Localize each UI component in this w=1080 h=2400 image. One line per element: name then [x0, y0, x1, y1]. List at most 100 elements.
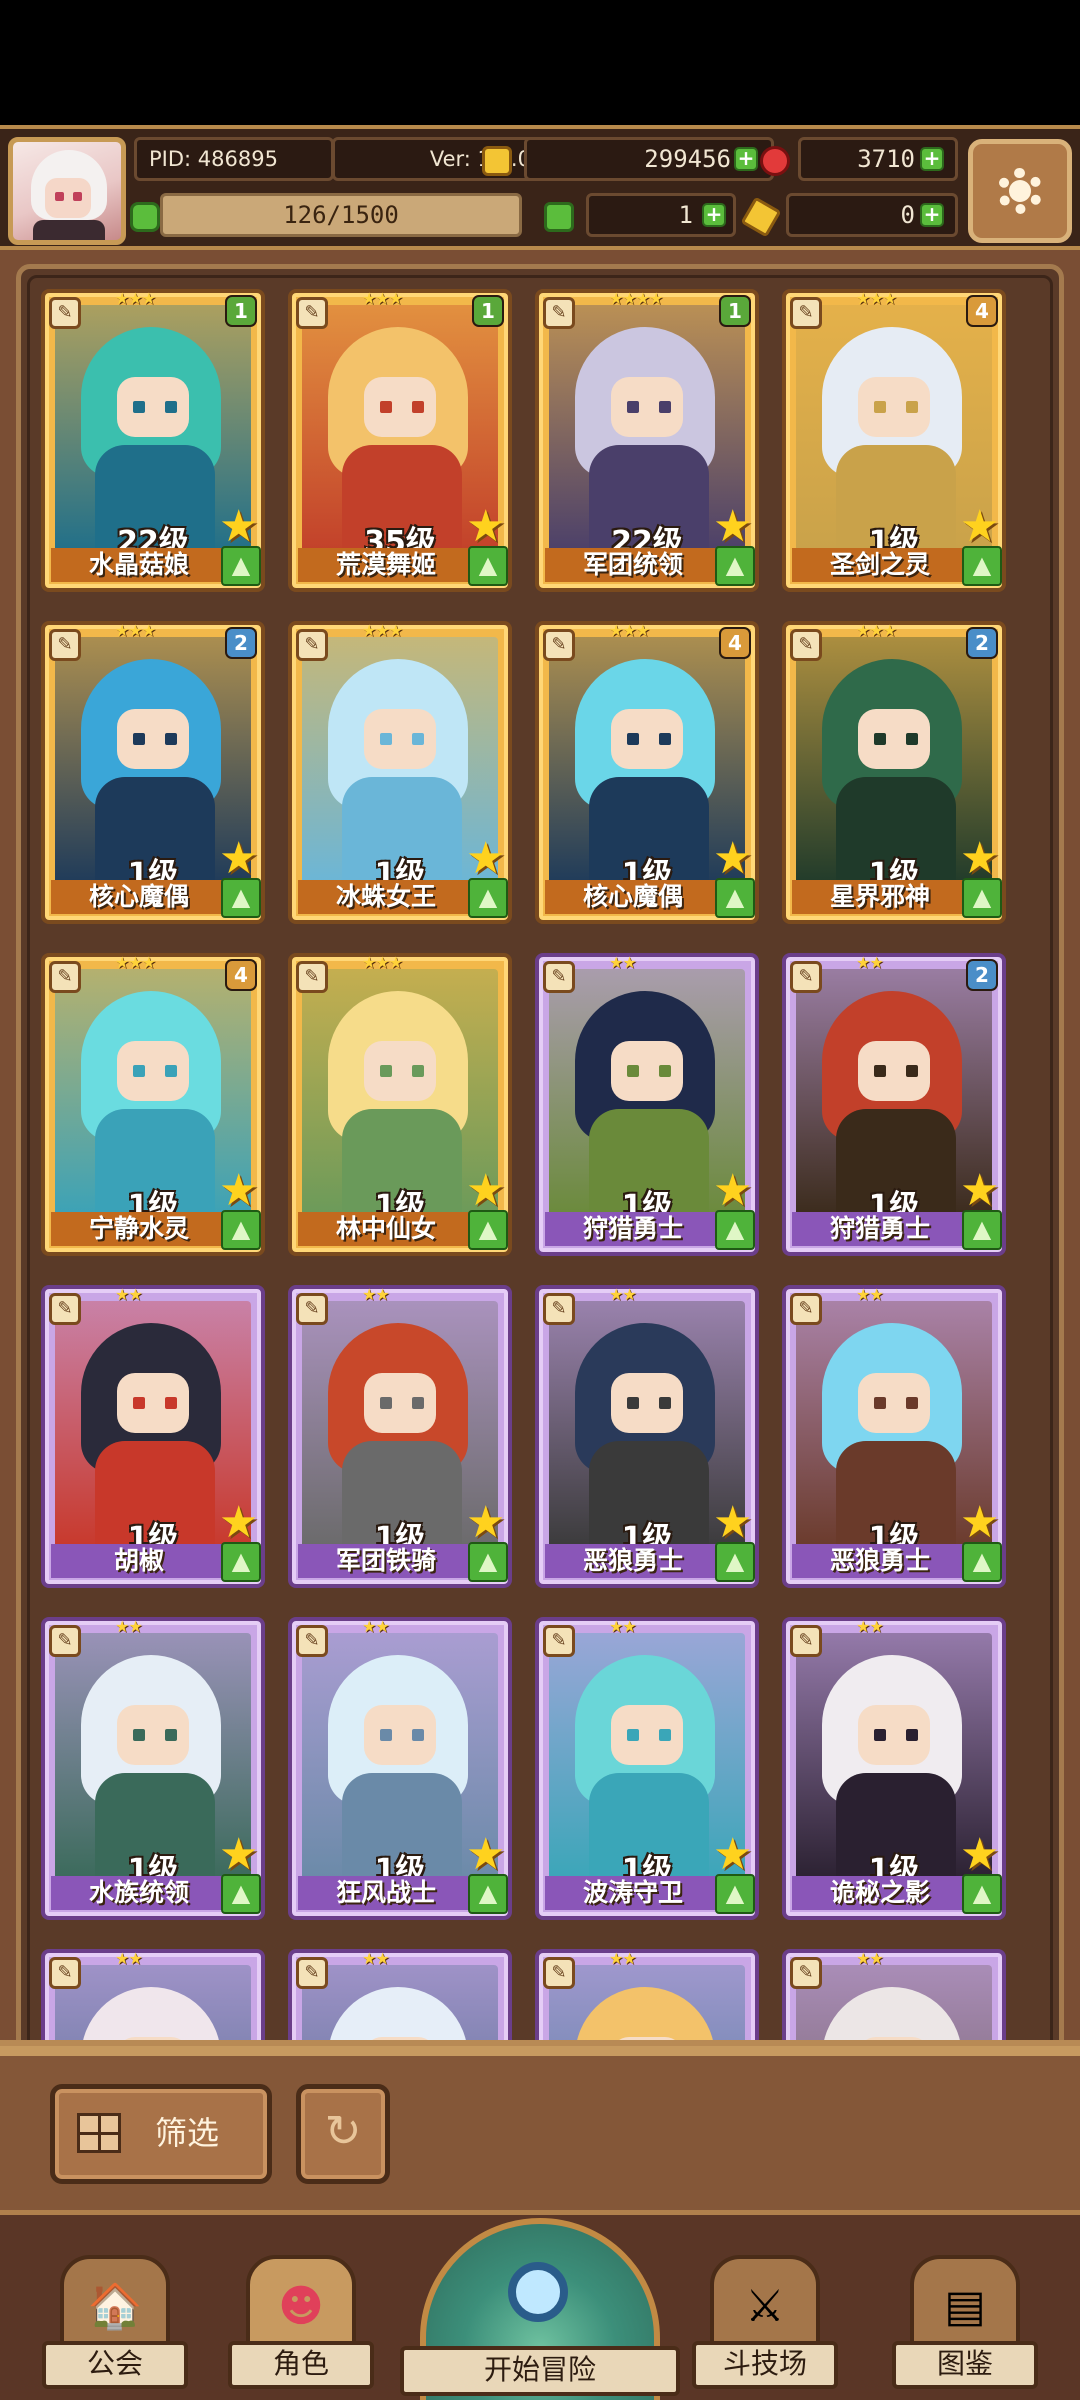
upgrade-arrow-icon: ▲ — [715, 1210, 755, 1250]
rarity-stars: ★★ — [609, 1617, 637, 1636]
character-name: 荒漠舞姬 — [298, 548, 474, 582]
character-card[interactable]: 1级 ✎ ★★ ★ 诡秘之影 ▲ — [782, 1617, 1006, 1920]
character-card[interactable]: 1级 ✎ ★★★ 2 ★ 星界邪神 ▲ — [782, 621, 1006, 924]
rarity-stars: ★★ — [362, 1949, 390, 1968]
star-icon: ★ — [466, 833, 506, 884]
class-icon: ✎ — [49, 1293, 81, 1325]
add-gem-button[interactable]: + — [920, 147, 944, 171]
rarity-stars: ★★ — [609, 1285, 637, 1304]
character-card[interactable]: 1级 ✎ ★★ ★ 波涛守卫 ▲ — [535, 1617, 759, 1920]
rank-badge: 2 — [966, 959, 998, 991]
key-amount: 0 — [900, 201, 915, 229]
rarity-stars: ★★ — [115, 1617, 143, 1636]
character-card[interactable]: 22级 ✎ ★★★★ 1 ★ 军团统领 ▲ — [535, 289, 759, 592]
class-icon: ✎ — [543, 961, 575, 993]
stamina-bar: 126/1500 — [160, 193, 522, 237]
character-card[interactable]: 22级 ✎ ★★★ 1 ★ 水晶菇娘 ▲ — [41, 289, 265, 592]
character-card[interactable]: 1级 ✎ ★★★ ★ 林中仙女 ▲ — [288, 953, 512, 1256]
character-grid[interactable]: 22级 ✎ ★★★ 1 ★ 水晶菇娘 ▲ 35级 ✎ ★★★ 1 ★ 荒漠舞姬 … — [16, 264, 1064, 2064]
rarity-stars: ★★ — [856, 953, 884, 972]
character-name: 狩猎勇士 — [792, 1212, 968, 1246]
grid-icon — [77, 2113, 121, 2153]
class-icon: ✎ — [543, 1957, 575, 1989]
class-icon: ✎ — [790, 1625, 822, 1657]
ruby-icon — [760, 146, 790, 176]
character-card[interactable]: 1级 ✎ ★★ ★ 胡椒 ▲ — [41, 1285, 265, 1588]
rank-badge: 1 — [719, 295, 751, 327]
rarity-stars: ★★★★ — [609, 289, 663, 308]
rarity-stars: ★★ — [362, 1285, 390, 1304]
character-card[interactable]: 1级 ✎ ★★★ 4 ★ 核心魔偶 ▲ — [535, 621, 759, 924]
character-card[interactable]: 1级 ✎ ★★★ 2 ★ 核心魔偶 ▲ — [41, 621, 265, 924]
star-icon: ★ — [960, 833, 1000, 884]
character-name: 核心魔偶 — [545, 880, 721, 914]
class-icon: ✎ — [296, 629, 328, 661]
player-avatar[interactable] — [8, 137, 126, 245]
nav-arena[interactable]: ⚔ 斗技场 — [692, 2255, 838, 2395]
class-icon: ✎ — [790, 629, 822, 661]
star-icon: ★ — [960, 1165, 1000, 1216]
rarity-stars: ★★★ — [856, 289, 897, 308]
character-card[interactable]: 1级 ✎ ★★ ★ 狂风战士 ▲ — [288, 1617, 512, 1920]
character-card[interactable]: 1级 ✎ ★★ ★ 恶狼勇士 ▲ — [535, 1285, 759, 1588]
star-icon: ★ — [713, 833, 753, 884]
star-icon: ★ — [713, 1497, 753, 1548]
add-key-button[interactable]: + — [920, 203, 944, 227]
character-card[interactable]: 1级 ✎ ★★★ 4 ★ 圣剑之灵 ▲ — [782, 289, 1006, 592]
character-name: 狂风战士 — [298, 1876, 474, 1910]
character-card[interactable]: 35级 ✎ ★★★ 1 ★ 荒漠舞姬 ▲ — [288, 289, 512, 592]
class-icon: ✎ — [790, 1293, 822, 1325]
class-icon: ✎ — [543, 297, 575, 329]
character-card[interactable]: 1级 ✎ ★★ ★ 军团铁骑 ▲ — [288, 1285, 512, 1588]
upgrade-arrow-icon: ▲ — [715, 546, 755, 586]
upgrade-arrow-icon: ▲ — [221, 1874, 261, 1914]
start-adventure-button[interactable]: 开始冒险 — [400, 2218, 680, 2400]
character-card[interactable]: 1级 ✎ ★★ ★ 水族统领 ▲ — [41, 1617, 265, 1920]
character-card[interactable]: 1级 ✎ ★★ ★ 恶狼勇士 ▲ — [782, 1285, 1006, 1588]
filter-button[interactable]: 筛选 — [50, 2084, 272, 2184]
upgrade-arrow-icon: ▲ — [468, 1542, 508, 1582]
character-name: 核心魔偶 — [51, 880, 227, 914]
rarity-stars: ★★★ — [856, 621, 897, 640]
star-icon: ★ — [713, 1165, 753, 1216]
clover-amount: 1 — [678, 201, 693, 229]
rarity-stars: ★★★ — [115, 289, 156, 308]
character-name: 林中仙女 — [298, 1212, 474, 1246]
clover-icon — [544, 202, 574, 232]
upgrade-arrow-icon: ▲ — [715, 878, 755, 918]
nav-guild[interactable]: 🏠 公会 — [42, 2255, 188, 2395]
star-icon: ★ — [466, 1829, 506, 1880]
rank-badge: 4 — [966, 295, 998, 327]
nav-codex[interactable]: ▤ 图鉴 — [892, 2255, 1038, 2395]
system-status-bar — [0, 0, 1080, 125]
character-name: 星界邪神 — [792, 880, 968, 914]
character-card[interactable]: 1级 ✎ ★★★ ★ 冰蛛女王 ▲ — [288, 621, 512, 924]
player-id: PID: 486895 — [134, 137, 334, 181]
star-icon: ★ — [219, 1165, 259, 1216]
upgrade-arrow-icon: ▲ — [468, 878, 508, 918]
upgrade-arrow-icon: ▲ — [962, 1210, 1002, 1250]
upgrade-arrow-icon: ▲ — [962, 1542, 1002, 1582]
house-icon: 🏠 — [87, 2281, 143, 2332]
character-card[interactable]: 1级 ✎ ★★ 2 ★ 狩猎勇士 ▲ — [782, 953, 1006, 1256]
character-name: 恶狼勇士 — [545, 1544, 721, 1578]
character-card[interactable]: 1级 ✎ ★★ ★ 狩猎勇士 ▲ — [535, 953, 759, 1256]
upgrade-arrow-icon: ▲ — [715, 1542, 755, 1582]
class-icon: ✎ — [49, 1957, 81, 1989]
star-icon: ★ — [219, 1829, 259, 1880]
add-clover-button[interactable]: + — [702, 203, 726, 227]
nav-character[interactable]: ☻ 角色 — [228, 2255, 374, 2395]
character-card[interactable]: 1级 ✎ ★★★ 4 ★ 宁静水灵 ▲ — [41, 953, 265, 1256]
star-icon: ★ — [219, 501, 259, 552]
character-name: 冰蛛女王 — [298, 880, 474, 914]
character-list-area: 22级 ✎ ★★★ 1 ★ 水晶菇娘 ▲ 35级 ✎ ★★★ 1 ★ 荒漠舞姬 … — [0, 250, 1080, 2064]
add-gold-button[interactable]: + — [734, 147, 758, 171]
character-name: 军团统领 — [545, 548, 721, 582]
class-icon: ✎ — [543, 1293, 575, 1325]
filter-bar: 筛选 ↻ — [0, 2040, 1080, 2210]
reset-filter-button[interactable]: ↻ — [296, 2084, 390, 2184]
coin-icon — [482, 146, 512, 176]
settings-button[interactable] — [968, 139, 1072, 243]
upgrade-arrow-icon: ▲ — [468, 1210, 508, 1250]
rarity-stars: ★★★ — [115, 953, 156, 972]
